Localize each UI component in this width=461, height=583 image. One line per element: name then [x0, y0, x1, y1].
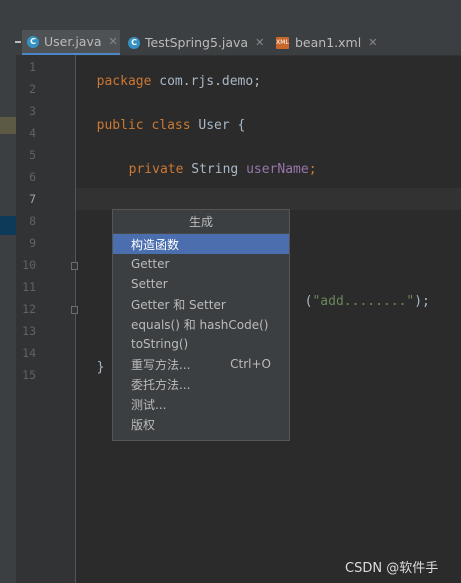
tab-testspring5-java[interactable]: C TestSpring5.java ✕: [128, 30, 264, 55]
menu-item-label: toString(): [131, 337, 189, 351]
close-icon[interactable]: ✕: [255, 36, 264, 49]
semicolon: ;: [308, 162, 317, 177]
line-number: 6: [29, 170, 36, 184]
line-number: 15: [22, 368, 36, 382]
line-number: 14: [22, 346, 36, 360]
menu-item[interactable]: toString(): [113, 334, 289, 354]
line-number: 2: [29, 82, 36, 96]
java-class-icon: C: [128, 36, 140, 49]
project-panel[interactable]: pri: [0, 55, 16, 583]
fold-icon[interactable]: [71, 262, 78, 270]
generate-popup[interactable]: 生成 构造函数 Getter Setter Getter 和 Setter equals…: [112, 209, 290, 441]
code-line-1[interactable]: package com.rjs.demo;: [81, 59, 261, 89]
tab-user-java[interactable]: C User.java ✕: [22, 30, 120, 55]
tab-bean1-xml[interactable]: XML bean1.xml ✕: [276, 30, 377, 55]
package-name: com.rjs.demo;: [151, 74, 262, 89]
fold-icon[interactable]: [71, 306, 78, 314]
menu-item-label: 版权: [131, 417, 156, 432]
line-number: 9: [29, 236, 36, 250]
line-number: 4: [29, 126, 36, 140]
close-icon[interactable]: ✕: [109, 35, 118, 48]
xml-file-icon: XML: [276, 36, 289, 49]
code-line-14[interactable]: }: [81, 345, 105, 375]
title-toolbar: [0, 0, 461, 30]
menu-item-label: Setter: [131, 277, 168, 291]
line-number: 5: [29, 148, 36, 162]
line-number: 1: [29, 60, 36, 74]
keyword: public class: [96, 118, 191, 133]
menu-item-label: equals() 和 hashCode(): [131, 317, 269, 332]
tab-label: bean1.xml: [295, 35, 362, 50]
class-declaration: User {: [190, 118, 246, 133]
menu-item[interactable]: 构造函数: [113, 234, 289, 254]
menu-item[interactable]: Getter: [113, 254, 289, 274]
line-number: 12: [22, 302, 36, 316]
tab-label: User.java: [44, 34, 102, 49]
close-icon[interactable]: ✕: [368, 36, 377, 49]
menu-item-label: 委托方法...: [131, 377, 191, 392]
field-name: userName: [246, 162, 309, 177]
keyword: package: [96, 74, 152, 89]
line-number: 13: [22, 324, 36, 338]
watermark: CSDN @软件手: [345, 561, 439, 576]
type-name: String: [183, 162, 247, 177]
menu-item[interactable]: Setter: [113, 274, 289, 294]
current-line-highlight: [76, 188, 461, 210]
line-number: 10: [22, 258, 36, 272]
minimize-icon[interactable]: [15, 41, 21, 43]
project-item-selected[interactable]: [0, 216, 16, 235]
line-number: 8: [29, 214, 36, 228]
menu-item[interactable]: Getter 和 Setter: [113, 294, 289, 314]
code-line-11[interactable]: ("add........");: [289, 279, 430, 309]
menu-item[interactable]: 委托方法...: [113, 374, 289, 394]
menu-item-label: 测试...: [131, 397, 167, 412]
menu-item-label: Getter: [131, 257, 170, 271]
keyword: private: [128, 162, 184, 177]
menu-item[interactable]: 测试...: [113, 394, 289, 414]
code-line-5[interactable]: private String userName;: [113, 147, 317, 177]
code-line-3[interactable]: public class User {: [81, 103, 246, 133]
menu-item[interactable]: 版权: [113, 414, 289, 434]
menu-item[interactable]: 重写方法... Ctrl+O: [113, 354, 289, 374]
line-number: 7: [29, 192, 36, 206]
menu-item-label: Getter 和 Setter: [131, 297, 226, 312]
menu-item-label: 构造函数: [131, 237, 180, 252]
project-item-highlight[interactable]: [0, 117, 16, 134]
paren-close: );: [414, 294, 430, 309]
java-class-icon: C: [27, 35, 39, 48]
menu-item-shortcut: Ctrl+O: [230, 357, 271, 371]
line-number: 3: [29, 104, 36, 118]
string-literal: "add........": [312, 294, 415, 309]
closing-brace: }: [96, 360, 105, 375]
popup-title: 生成: [113, 210, 289, 234]
menu-item-label: 重写方法...: [131, 357, 191, 372]
menu-item[interactable]: equals() 和 hashCode(): [113, 314, 289, 334]
tab-label: TestSpring5.java: [145, 35, 249, 50]
line-number: 11: [22, 280, 36, 294]
